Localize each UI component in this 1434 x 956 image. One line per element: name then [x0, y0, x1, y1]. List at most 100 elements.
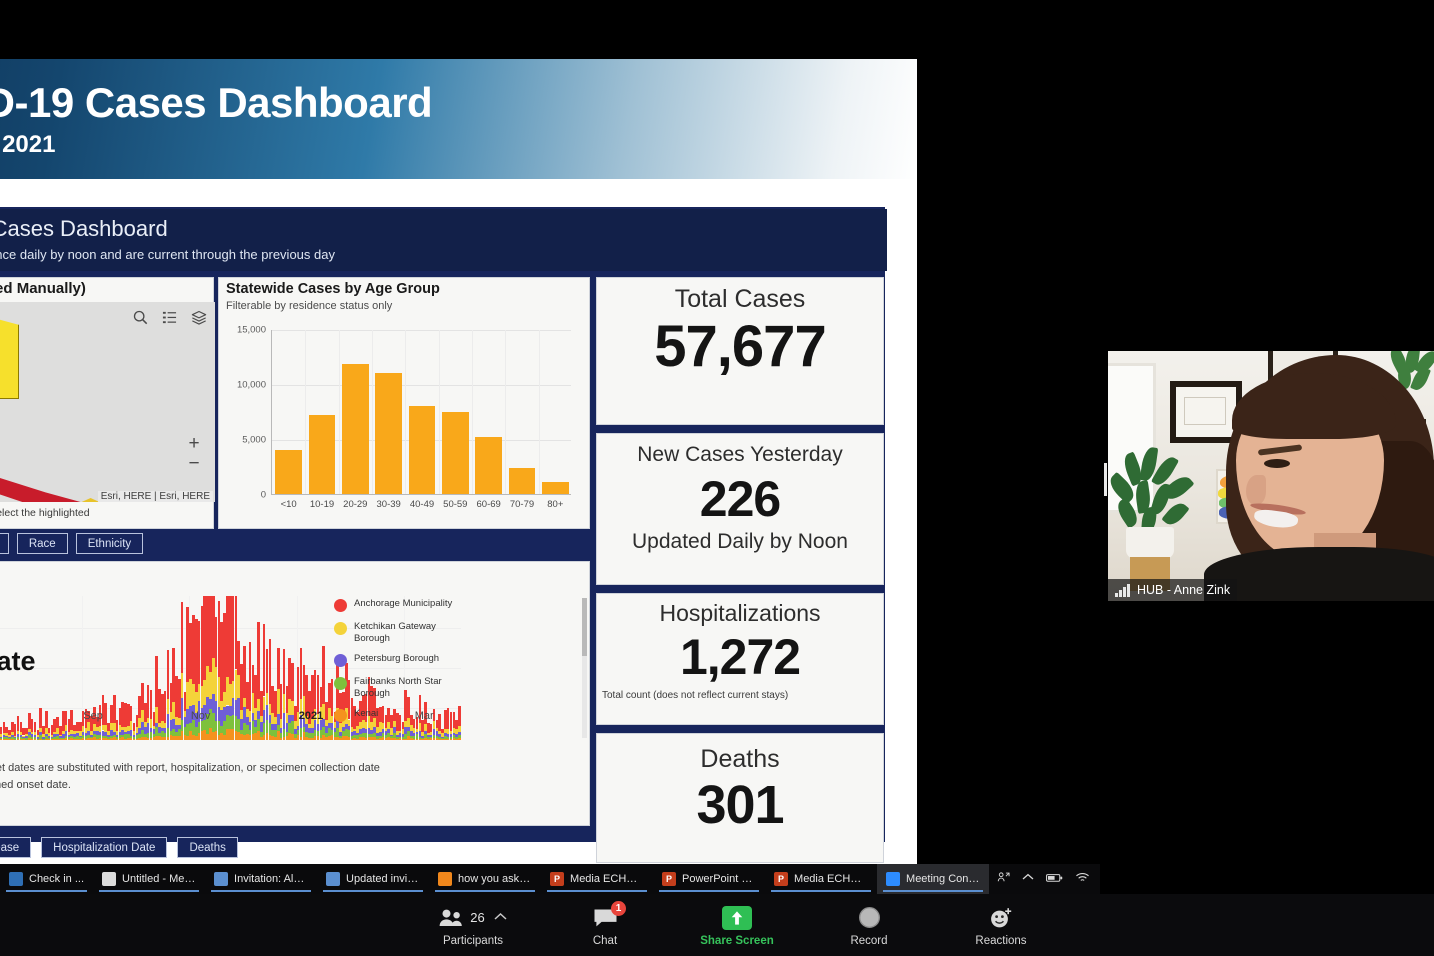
bar[interactable]: [509, 468, 536, 494]
onset-bar-segment: [322, 646, 325, 705]
legend-scroll-thumb[interactable]: [582, 598, 587, 656]
x-axis-tick-label: 50-59: [443, 499, 467, 510]
bar[interactable]: [309, 415, 336, 494]
legend-color-swatch: [334, 654, 347, 667]
onset-bar-segment: [181, 602, 184, 673]
stat-card-deaths: Deaths301: [596, 733, 884, 863]
firefox-icon: [438, 872, 452, 886]
onset-bar-segment: [39, 708, 42, 727]
onset-bar-segment: [458, 738, 461, 740]
bar[interactable]: [275, 450, 302, 494]
age-group-chart-card: Statewide Cases by Age Group Filterable …: [218, 277, 590, 529]
x-gridline: [505, 330, 506, 494]
bar[interactable]: [375, 373, 402, 494]
chat-button[interactable]: 1 Chat: [562, 904, 648, 947]
chat-icon: 1: [562, 904, 648, 932]
alaska-map[interactable]: + − Esri, HERE | Esri, HERE: [0, 302, 215, 502]
bar[interactable]: [342, 364, 369, 494]
show-hidden-icons-icon[interactable]: [1022, 873, 1034, 885]
windows-taskbar[interactable]: Check in ... Untitled - Messag...Invitati…: [0, 864, 1100, 894]
bar[interactable]: [542, 482, 569, 494]
legend-icon[interactable]: [162, 310, 177, 325]
panel-divider-handle[interactable]: [1104, 463, 1107, 496]
legend-item[interactable]: Petersburg Borough: [334, 653, 454, 667]
taskbar-items[interactable]: Check in ... Untitled - Messag...Invitati…: [0, 864, 989, 894]
people-share-icon[interactable]: [997, 871, 1010, 887]
legend-item[interactable]: Anchorage Municipality: [334, 598, 454, 612]
tab-deaths[interactable]: Deaths: [177, 837, 237, 858]
taskbar-item-label: Check in ...: [29, 873, 84, 885]
participant-name-text: HUB - Anne Zink: [1137, 583, 1230, 597]
x-gridline: [439, 330, 440, 494]
x-gridline: [405, 330, 406, 494]
shared-screen-region: COVID-19 Cases Dashboard March 11, 2021 …: [0, 0, 1100, 894]
taskbar-item[interactable]: Invitation: Alaska ...: [205, 864, 317, 894]
chevron-up-icon[interactable]: [494, 912, 507, 924]
bar[interactable]: [409, 406, 436, 494]
tab-hospitalization-date[interactable]: Hospitalization Date: [41, 837, 167, 858]
taskbar-item[interactable]: PMedia ECHO Slid...: [765, 864, 877, 894]
taskbar-item-label: Updated invitatio...: [346, 873, 420, 885]
x-axis-tick-label: 60-69: [477, 499, 501, 510]
zoom-meeting-toolbar[interactable]: 26 Participants 1 Chat: [0, 894, 1434, 956]
map-zoom-in-button[interactable]: +: [183, 434, 205, 454]
wifi-icon[interactable]: [1075, 872, 1090, 886]
reactions-button[interactable]: Reactions: [958, 904, 1044, 947]
onset-x-axis-tick-label: 2021: [299, 710, 323, 722]
bar[interactable]: [475, 437, 502, 494]
x-gridline: [372, 330, 373, 494]
legend-item[interactable]: Fairbanks North Star Borough: [334, 676, 454, 699]
age-chart-tabs[interactable]: AgeGenderRaceEthnicity: [0, 533, 143, 554]
onset-x-axis-tick-label: Mar: [415, 710, 434, 722]
onset-x-axis-tick-label: Nov: [191, 710, 211, 722]
taskbar-item[interactable]: Check in ...: [0, 864, 93, 894]
legend-scrollbar[interactable]: [582, 598, 587, 738]
taskbar-item[interactable]: Updated invitatio...: [317, 864, 429, 894]
participant-shoulders: [1204, 547, 1434, 601]
taskbar-item[interactable]: how you ask ques...: [429, 864, 541, 894]
search-icon[interactable]: [133, 310, 148, 325]
y-axis-tick-label: 10,000: [237, 380, 266, 391]
onset-chart-tabs[interactable]: Acquisition of Disease Hospitalization Da…: [0, 837, 238, 858]
layers-icon[interactable]: [191, 310, 207, 325]
taskbar-item-label: PowerPoint Slide ...: [682, 873, 756, 885]
legend-color-swatch: [334, 677, 347, 690]
battery-icon[interactable]: [1046, 873, 1063, 886]
tab-gender[interactable]: Gender: [0, 533, 9, 554]
reactions-label: Reactions: [958, 935, 1044, 947]
onset-bar-segment: [291, 663, 294, 701]
onset-bar-segment: [130, 706, 133, 721]
x-gridline: [472, 330, 473, 494]
tab-acquisition-of-disease[interactable]: Acquisition of Disease: [0, 837, 31, 858]
calendar-icon: [214, 872, 228, 886]
legend-item[interactable]: Ketchikan Gateway Borough: [334, 621, 454, 644]
dashboard-container: COVID-19 Cases Dashboard Data are update…: [0, 207, 885, 842]
zoom-controls-group[interactable]: 26 Participants 1 Chat: [430, 894, 1044, 956]
tab-ethnicity[interactable]: Ethnicity: [76, 533, 143, 554]
taskbar-item[interactable]: PPowerPoint Slide ...: [653, 864, 765, 894]
map-help-note: For more layer options select the highli…: [0, 506, 213, 534]
share-screen-button[interactable]: Share Screen: [694, 904, 780, 947]
participant-video-tile[interactable]: HUB - Anne Zink: [1108, 351, 1434, 601]
record-button[interactable]: Record: [826, 904, 912, 947]
system-tray[interactable]: 1:02 PM: [989, 864, 1100, 894]
map-zoom-out-button[interactable]: −: [183, 454, 205, 474]
participants-button[interactable]: 26 Participants: [430, 904, 516, 947]
presentation-slide: COVID-19 Cases Dashboard March 11, 2021 …: [0, 59, 917, 864]
map-zoom-controls[interactable]: + −: [183, 434, 205, 474]
bar[interactable]: [442, 412, 469, 495]
legend-item[interactable]: Kenai: [334, 708, 454, 722]
taskbar-item[interactable]: Meeting Controls: [877, 864, 989, 894]
map-toolbar[interactable]: [133, 310, 207, 325]
tab-race[interactable]: Race: [17, 533, 68, 554]
onset-overlay-label: Onset Date: [0, 646, 36, 677]
x-axis-tick-label: 30-39: [377, 499, 401, 510]
chat-unread-badge: 1: [611, 901, 626, 916]
x-axis-tick-label: 10-19: [310, 499, 334, 510]
y-axis-tick-label: 15,000: [237, 325, 266, 336]
taskbar-item[interactable]: Untitled - Messag...: [93, 864, 205, 894]
share-screen-icon: [694, 904, 780, 932]
onset-bar-segment: [458, 706, 461, 726]
taskbar-item[interactable]: PMedia ECHO Slid...: [541, 864, 653, 894]
chat-label: Chat: [562, 935, 648, 947]
